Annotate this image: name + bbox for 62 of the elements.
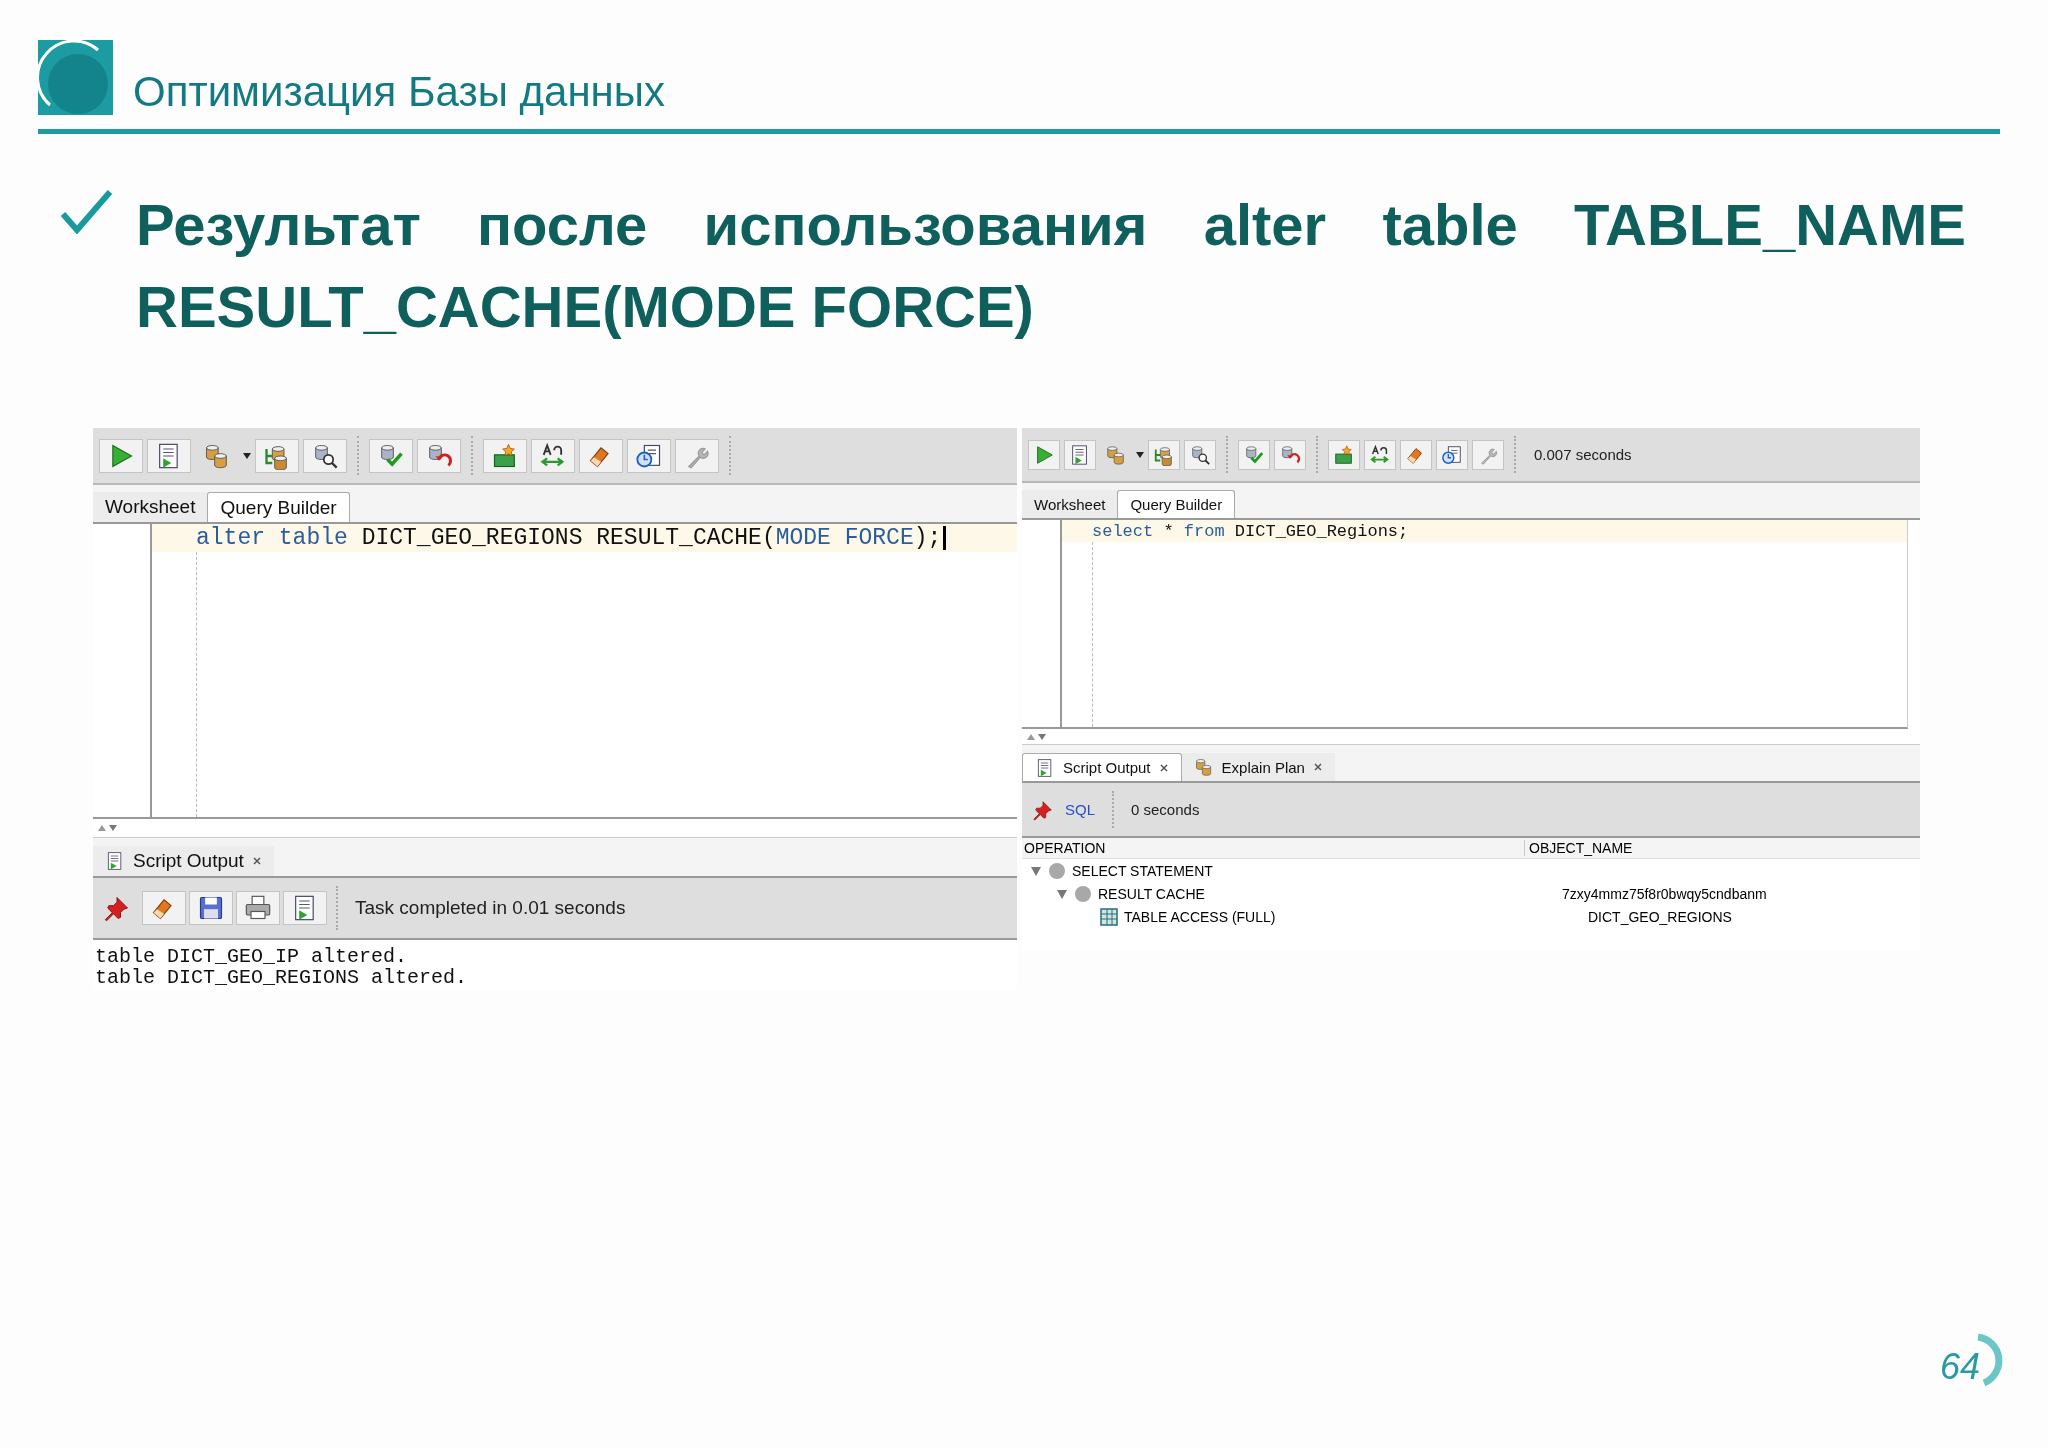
toolbar-button[interactable] bbox=[1364, 439, 1396, 470]
close-icon[interactable] bbox=[1312, 762, 1323, 772]
toolbar-button[interactable] bbox=[483, 438, 527, 473]
slide-heading: Результат после использования alter table TABLE_NAME RESULT_CACHE(MODE FORCE) bbox=[136, 191, 1966, 341]
tab[interactable]: Worksheet bbox=[1022, 490, 1118, 518]
dropdown-caret-icon[interactable] bbox=[1136, 451, 1144, 458]
pushpin-icon[interactable] bbox=[103, 894, 131, 922]
star-box-icon bbox=[1333, 443, 1355, 466]
toolbar-button[interactable] bbox=[303, 438, 347, 473]
object-name: DICT_GEO_REGIONS bbox=[1587, 908, 1732, 925]
script-output-text: table DICT_GEO_IP altered. table DICT_GEO_REGIONS altered. bbox=[94, 944, 469, 988]
toolbar-button[interactable] bbox=[627, 438, 671, 473]
clock-document-icon bbox=[1441, 443, 1463, 466]
database-undo-icon bbox=[1279, 443, 1301, 466]
toolbar-button[interactable] bbox=[236, 891, 280, 925]
status-text: Task completed in 0.01 seconds bbox=[355, 897, 626, 919]
toolbar-button[interactable] bbox=[189, 891, 233, 925]
checkmark-icon bbox=[60, 188, 112, 234]
database-icon bbox=[1193, 757, 1214, 777]
splitter-arrows-icon[interactable] bbox=[1026, 731, 1048, 742]
sql-link[interactable]: SQL bbox=[1065, 801, 1095, 818]
dropdown-caret-icon[interactable] bbox=[243, 452, 251, 459]
tab[interactable]: Script Output bbox=[93, 846, 274, 876]
printer-icon bbox=[244, 894, 272, 922]
database-search-icon bbox=[1189, 443, 1211, 466]
database-check-icon bbox=[1243, 443, 1265, 466]
database-icon bbox=[1105, 443, 1127, 466]
tree-toggle-icon[interactable] bbox=[1030, 864, 1042, 877]
object-name: 7zxy4mmz75f8r0bwqy5cndbanm bbox=[1561, 885, 1767, 902]
operation-label[interactable]: TABLE ACCESS (FULL) bbox=[1124, 908, 1276, 925]
tree-toggle-icon[interactable] bbox=[1056, 887, 1068, 900]
pushpin-icon[interactable] bbox=[1032, 798, 1054, 821]
column-title: OPERATION bbox=[1022, 840, 1525, 856]
elapsed-time: 0.007 seconds bbox=[1534, 446, 1632, 463]
toolbar-button[interactable] bbox=[147, 438, 191, 473]
logo-icon bbox=[38, 40, 113, 115]
operation-label[interactable]: SELECT STATEMENT bbox=[1072, 862, 1213, 879]
toolbar-button[interactable] bbox=[283, 891, 327, 925]
table-icon bbox=[1100, 907, 1118, 926]
toolbar-button[interactable] bbox=[1274, 439, 1306, 470]
status-text: 0 seconds bbox=[1131, 801, 1200, 818]
operation-label[interactable]: RESULT CACHE bbox=[1098, 885, 1205, 902]
tab[interactable]: Query Builder bbox=[207, 492, 350, 522]
splitter-arrows-icon[interactable] bbox=[97, 823, 119, 833]
page-number: 64 bbox=[1940, 1346, 1981, 1388]
format-arrows-icon bbox=[1369, 443, 1391, 466]
toolbar-button[interactable] bbox=[531, 438, 575, 473]
tab[interactable]: Query Builder bbox=[1117, 490, 1236, 518]
toolbar-button[interactable] bbox=[417, 438, 461, 473]
text-cursor bbox=[943, 526, 947, 550]
toolbar-button[interactable] bbox=[1436, 439, 1468, 470]
tab[interactable]: Script Output bbox=[1022, 753, 1182, 781]
toolbar-button[interactable] bbox=[1064, 439, 1096, 470]
circle-icon bbox=[1048, 861, 1066, 880]
column-title: OBJECT_NAME bbox=[1528, 840, 1633, 856]
circle-icon bbox=[1074, 884, 1092, 903]
close-icon[interactable] bbox=[1158, 762, 1169, 773]
tab[interactable]: Explain Plan bbox=[1181, 753, 1335, 781]
toolbar-button[interactable] bbox=[1184, 439, 1216, 470]
close-icon[interactable] bbox=[251, 856, 262, 866]
slide-title: Оптимизация Базы данных bbox=[133, 71, 665, 115]
tab[interactable]: Worksheet bbox=[93, 492, 208, 522]
